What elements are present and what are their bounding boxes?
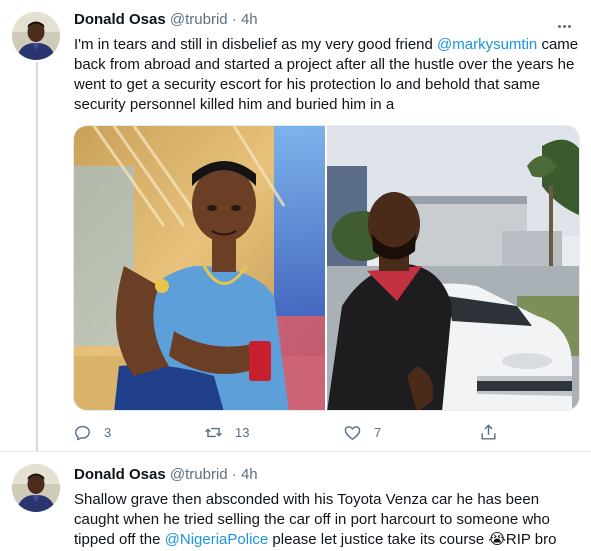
- tweet-2[interactable]: Donald Osas @trubrid · 4h Shallow grave …: [0, 452, 591, 551]
- share-button[interactable]: [479, 421, 498, 443]
- photo-suspect-by-car: [327, 126, 579, 410]
- share-icon: [481, 423, 496, 440]
- tweet-media[interactable]: [73, 125, 580, 411]
- separator-dot: ·: [231, 11, 237, 28]
- tweet-header: Donald Osas @trubrid · 4h: [74, 11, 258, 28]
- thread-connector-line: [36, 62, 38, 451]
- user-handle[interactable]: @trubrid: [170, 466, 228, 483]
- mention-link[interactable]: @markysumtin: [437, 36, 537, 53]
- tweet-1[interactable]: Donald Osas @trubrid · 4h I'm in tears a…: [0, 0, 591, 451]
- reply-count: 3: [104, 424, 112, 440]
- separator-dot: ·: [231, 466, 237, 483]
- display-name[interactable]: Donald Osas: [74, 11, 166, 28]
- avatar[interactable]: [12, 12, 60, 60]
- media-photo-1[interactable]: [74, 126, 325, 410]
- more-icon[interactable]: [557, 15, 577, 29]
- media-photo-2[interactable]: [327, 126, 579, 410]
- reply-button[interactable]: 3: [73, 421, 111, 443]
- like-button[interactable]: 7: [343, 421, 381, 443]
- retweet-button[interactable]: 13: [204, 421, 249, 443]
- timestamp[interactable]: 4h: [241, 11, 258, 28]
- tweet-text-part: please let justice take its course: [268, 531, 489, 548]
- avatar-photo: [12, 12, 60, 60]
- tweet-text-part: RIP bro: [505, 531, 557, 548]
- tweet-text: Shallow grave then absconded with his To…: [74, 490, 580, 550]
- like-count: 7: [374, 424, 382, 440]
- avatar-photo: [12, 464, 60, 512]
- timestamp[interactable]: 4h: [241, 466, 258, 483]
- retweet-icon: [205, 427, 222, 437]
- reply-icon: [75, 425, 90, 440]
- tweet-actions: 3 13 7: [73, 421, 513, 443]
- retweet-count: 13: [235, 424, 250, 440]
- mention-link[interactable]: @NigeriaPolice: [165, 531, 269, 548]
- tweet-text-part: I'm in tears and still in disbelief as m…: [74, 36, 438, 53]
- user-handle[interactable]: @trubrid: [170, 11, 228, 28]
- tweet-text: I'm in tears and still in disbelief as m…: [74, 35, 580, 115]
- photo-man-selfie: [74, 126, 325, 410]
- crying-emoji: 😭: [488, 531, 506, 548]
- avatar[interactable]: [12, 464, 60, 512]
- tweet-header: Donald Osas @trubrid · 4h: [74, 466, 258, 483]
- like-icon: [344, 425, 361, 440]
- display-name[interactable]: Donald Osas: [74, 466, 166, 483]
